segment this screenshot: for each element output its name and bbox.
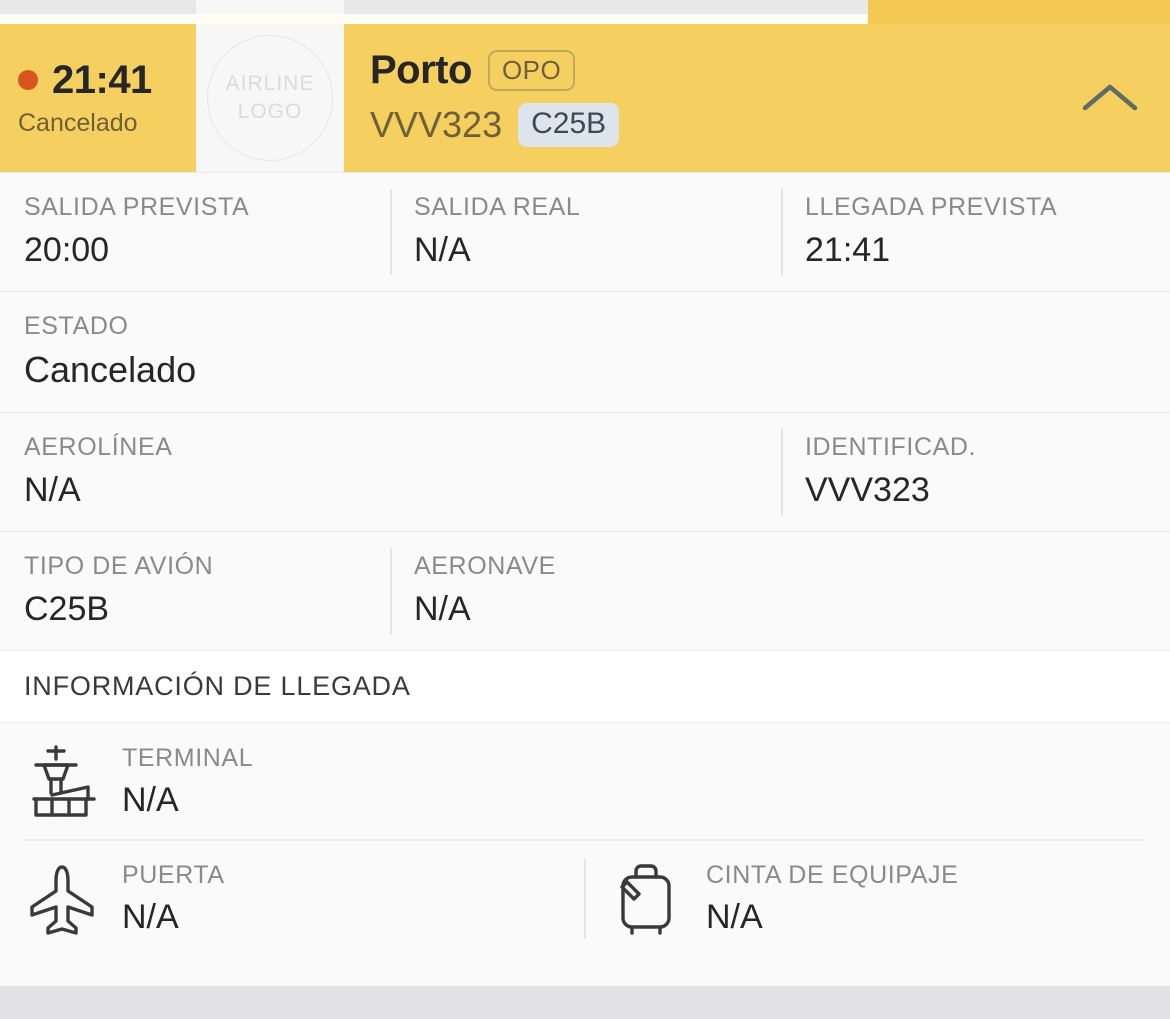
header-time: 21:41 — [52, 58, 152, 102]
flight-header[interactable]: 21:41 Cancelado AIRLINE LOGO Porto OPO V… — [0, 24, 1170, 172]
airline-logo-line-1: AIRLINE — [225, 71, 315, 95]
baggage-text: CINTA DE EQUIPAJE N/A — [706, 861, 959, 936]
field-aircraft-registration: AERONAVE N/A — [390, 532, 1170, 650]
header-flight-block: Porto OPO VVV323 C25B — [344, 24, 1050, 172]
flight-identifier: VVV323 — [370, 103, 503, 145]
collapse-toggle-button[interactable] — [1050, 24, 1170, 172]
field-gate: PUERTA N/A — [0, 841, 584, 957]
suitcase-icon — [608, 861, 684, 937]
airplane-icon — [24, 861, 100, 937]
airline-logo-line-2: LOGO — [237, 100, 303, 123]
field-label: PUERTA — [122, 861, 225, 889]
field-value: N/A — [706, 898, 763, 936]
airline-row: AEROLÍNEA N/A IDENTIFICAD. VVV323 — [0, 412, 1170, 531]
field-value: N/A — [414, 231, 471, 269]
header-time-block: 21:41 Cancelado — [0, 24, 196, 172]
field-scheduled-departure: SALIDA PREVISTA 20:00 — [0, 173, 390, 291]
previous-card-right-sliver — [868, 0, 1170, 14]
page-background-band — [0, 986, 1170, 1019]
gate-text: PUERTA N/A — [122, 861, 225, 936]
field-scheduled-arrival: LLEGADA PREVISTA 21:41 — [781, 173, 1170, 291]
card-top-gap-accent — [868, 14, 1170, 24]
field-label: TERMINAL — [122, 743, 254, 772]
arrival-section-title: INFORMACIÓN DE LLEGADA — [24, 671, 411, 701]
terminal-text: TERMINAL N/A — [122, 743, 254, 819]
field-identifier: IDENTIFICAD. VVV323 — [781, 413, 1170, 531]
field-value: VVV323 — [805, 471, 930, 509]
field-value: C25B — [24, 590, 110, 628]
control-tower-icon — [24, 743, 100, 819]
aircraft-type-badge: C25B — [518, 102, 620, 147]
field-baggage-belt: CINTA DE EQUIPAJE N/A — [584, 841, 1170, 957]
header-time-line: 21:41 — [18, 60, 196, 100]
field-actual-departure: SALIDA REAL N/A — [390, 173, 781, 291]
arrival-section-header: INFORMACIÓN DE LLEGADA — [0, 650, 1170, 722]
aircraft-row: TIPO DE AVIÓN C25B AERONAVE N/A — [0, 531, 1170, 650]
status-row: ESTADO Cancelado — [0, 291, 1170, 412]
previous-card-sliver — [0, 0, 1170, 14]
field-value: 21:41 — [805, 231, 891, 269]
field-label: IDENTIFICAD. — [805, 433, 977, 461]
flight-details-screen: 21:41 Cancelado AIRLINE LOGO Porto OPO V… — [0, 0, 1170, 1019]
terminal-row: TERMINAL N/A — [0, 722, 1170, 839]
header-status-label: Cancelado — [18, 109, 138, 137]
field-label: AEROLÍNEA — [24, 433, 173, 461]
field-status: ESTADO Cancelado — [0, 292, 1170, 412]
previous-card-logo-sliver — [196, 0, 344, 14]
status-dot-icon — [18, 70, 38, 90]
field-value: 20:00 — [24, 231, 110, 269]
flight-card: 21:41 Cancelado AIRLINE LOGO Porto OPO V… — [0, 24, 1170, 986]
flight-line: VVV323 C25B — [370, 102, 1050, 147]
airline-logo-placeholder: AIRLINE LOGO — [207, 35, 333, 161]
destination-city: Porto — [370, 48, 472, 92]
field-label: SALIDA PREVISTA — [24, 193, 250, 221]
field-value: N/A — [24, 471, 81, 509]
field-value: Cancelado — [24, 349, 197, 390]
field-label: TIPO DE AVIÓN — [24, 552, 214, 580]
field-label: AERONAVE — [414, 552, 556, 580]
gate-baggage-row: PUERTA N/A CINTA DE EQUIPAJE N/A — [0, 840, 1170, 957]
destination-iata-badge: OPO — [487, 49, 576, 91]
times-row: SALIDA PREVISTA 20:00 SALIDA REAL N/A LL… — [0, 172, 1170, 291]
field-value: N/A — [122, 898, 179, 936]
chevron-up-icon — [1082, 84, 1138, 111]
field-value: N/A — [414, 590, 471, 628]
field-label: CINTA DE EQUIPAJE — [706, 861, 959, 889]
airline-logo-block: AIRLINE LOGO — [196, 24, 344, 172]
field-airline: AEROLÍNEA N/A — [0, 413, 781, 531]
field-label: LLEGADA PREVISTA — [805, 193, 1058, 221]
field-aircraft-type: TIPO DE AVIÓN C25B — [0, 532, 390, 650]
field-label: SALIDA REAL — [414, 193, 581, 221]
destination-line: Porto OPO — [370, 48, 1050, 92]
card-top-gap — [0, 14, 1170, 24]
field-value: N/A — [122, 780, 179, 819]
field-label: ESTADO — [24, 312, 129, 340]
field-terminal: TERMINAL N/A — [0, 723, 1170, 839]
